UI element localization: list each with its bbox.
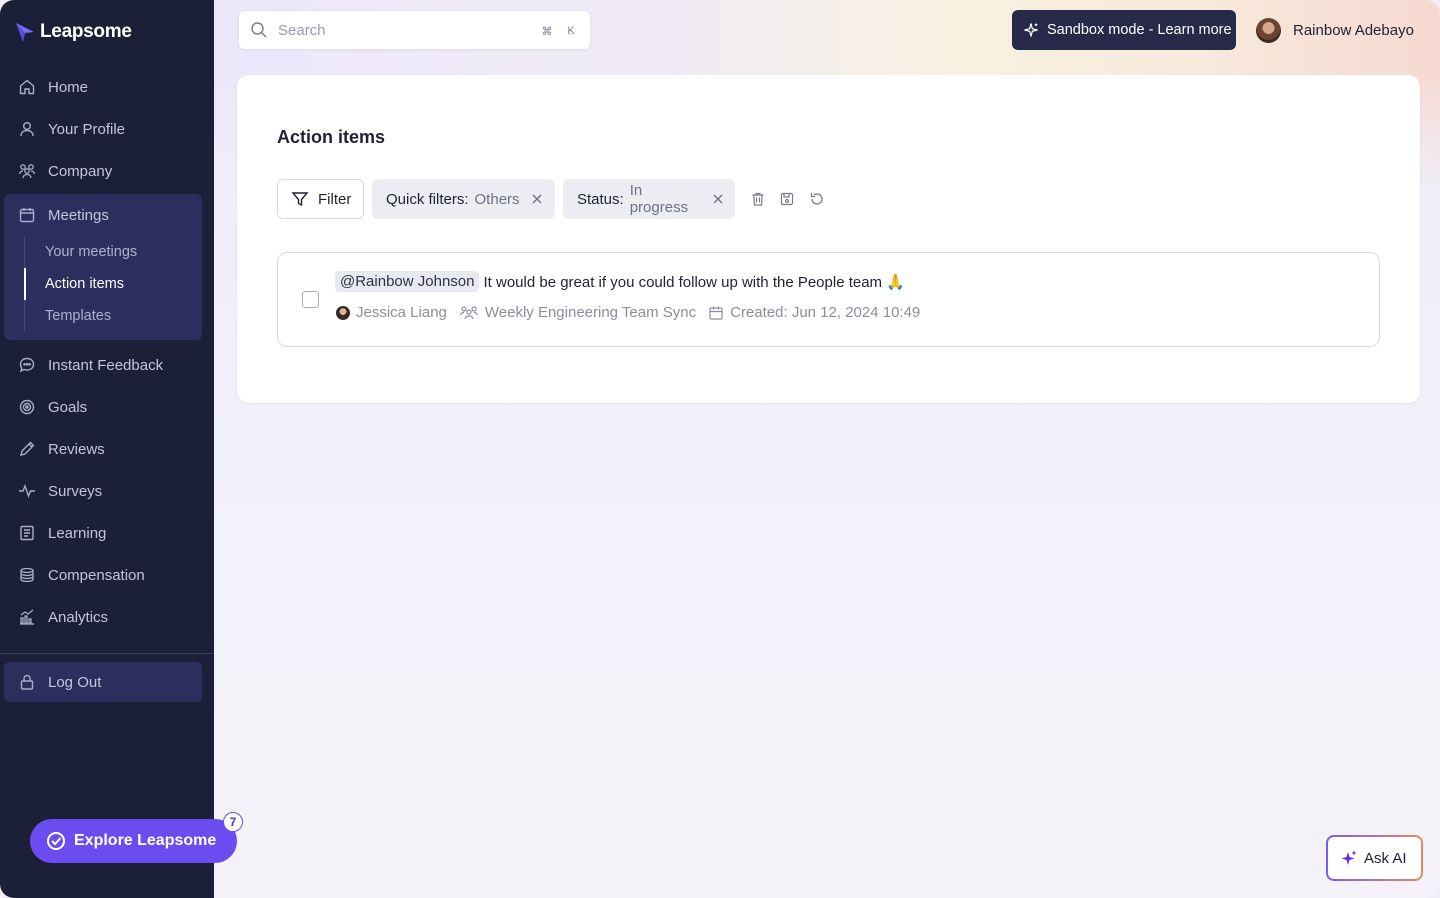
close-icon[interactable]: [712, 192, 725, 206]
main-nav: Home Your Profile Company Meetings Your …: [0, 66, 214, 638]
sidebar-item-home[interactable]: Home: [0, 66, 214, 108]
check-badge-icon: [47, 832, 65, 850]
sandbox-label: Sandbox mode - Learn more: [1047, 22, 1232, 38]
calendar-icon: [709, 306, 723, 320]
brand-name: Leapsome: [40, 21, 132, 42]
shortcut-mod: ⌘: [541, 25, 553, 38]
search-bar[interactable]: ⌘ K: [238, 10, 591, 50]
sidebar-item-label: Instant Feedback: [48, 356, 164, 374]
page-title: Action items: [277, 127, 386, 147]
user-icon: [18, 120, 36, 138]
users-icon: [18, 162, 36, 180]
sidebar-item-label: Meetings: [48, 206, 109, 224]
action-item-text: @Rainbow Johnson It would be great if yo…: [335, 271, 905, 292]
logout-button[interactable]: Log Out: [4, 662, 202, 702]
action-items-card: Action items Filter Quick filters: Other…: [237, 75, 1420, 403]
sidebar-item-label: Surveys: [48, 482, 103, 500]
leapsome-logo-icon: [16, 23, 34, 42]
created-text: Created: Jun 12, 2024 10:49: [730, 304, 921, 321]
search-icon: [251, 22, 267, 38]
trash-icon[interactable]: [749, 190, 767, 208]
search-input[interactable]: [278, 21, 528, 39]
calendar-icon: [18, 206, 36, 224]
reset-icon[interactable]: [808, 190, 826, 208]
status-filter-chip[interactable]: Status: In progress: [563, 179, 735, 219]
sandbox-mode-button[interactable]: Sandbox mode - Learn more: [1012, 10, 1236, 50]
meeting-name: Weekly Engineering Team Sync: [484, 304, 697, 321]
sparkle-icon: [1024, 23, 1038, 37]
ask-ai-label: Ask AI: [1364, 849, 1407, 867]
pulse-icon: [18, 482, 36, 500]
filter-label: Filter: [318, 190, 352, 208]
coins-icon: [18, 566, 36, 584]
ask-ai-button[interactable]: Ask AI: [1326, 835, 1423, 881]
sidebar-item-label: Learning: [48, 524, 107, 542]
filter-button[interactable]: Filter: [277, 179, 364, 219]
chip-value: Others: [474, 190, 520, 208]
close-icon[interactable]: [530, 192, 544, 206]
sidebar-item-label: Goals: [48, 398, 88, 416]
sidebar-item-reviews[interactable]: Reviews: [0, 428, 214, 470]
mention-tag[interactable]: @Rainbow Johnson: [335, 271, 480, 292]
home-icon: [18, 78, 36, 96]
sidebar-item-meetings[interactable]: Meetings: [4, 194, 202, 236]
app-window: Leapsome Home Your Profile Company Meeti…: [0, 0, 1440, 898]
target-icon: [18, 398, 36, 416]
sidebar-item-label: Your Profile: [48, 120, 125, 138]
user-name: Rainbow Adebayo: [1293, 22, 1414, 39]
sidebar-subitem-your-meetings[interactable]: Your meetings: [25, 236, 202, 268]
pencil-icon: [18, 440, 36, 458]
chip-key: Status:: [577, 190, 624, 208]
assignee: Jessica Liang: [336, 304, 447, 321]
sidebar-group-meetings: Meetings Your meetings Action items Temp…: [4, 194, 202, 340]
assignee-name: Jessica Liang: [356, 304, 447, 321]
shortcut-key: K: [567, 25, 575, 37]
book-icon: [18, 524, 36, 542]
sidebar-item-label: Compensation: [48, 566, 145, 584]
brand-logo[interactable]: Leapsome: [14, 20, 132, 44]
logout-label: Log Out: [48, 673, 102, 691]
sidebar-item-label: Home: [48, 78, 89, 96]
avatar: [1256, 18, 1281, 43]
sidebar-item-instant-feedback[interactable]: Instant Feedback: [0, 344, 214, 386]
sidebar-item-compensation[interactable]: Compensation: [0, 554, 214, 596]
meetings-subnav: Your meetings Action items Templates: [24, 236, 202, 332]
sidebar-divider: [0, 653, 214, 654]
sidebar-item-company[interactable]: Company: [0, 150, 214, 192]
search-shortcut: ⌘ K: [538, 21, 580, 41]
created-date: Created: Jun 12, 2024 10:49: [708, 304, 920, 321]
explore-count-badge: 7: [223, 812, 243, 832]
save-icon[interactable]: [778, 190, 796, 208]
action-item-description: It would be great if you could follow up…: [483, 273, 905, 291]
action-item-checkbox[interactable]: [302, 291, 319, 308]
sidebar-subitem-templates[interactable]: Templates: [25, 300, 202, 332]
user-menu[interactable]: Rainbow Adebayo: [1256, 18, 1414, 43]
chat-icon: [18, 356, 36, 374]
action-item-row[interactable]: @Rainbow Johnson It would be great if yo…: [277, 252, 1380, 347]
sidebar-item-your-profile[interactable]: Your Profile: [0, 108, 214, 150]
chip-key: Quick filters:: [386, 190, 469, 208]
assignee-avatar: [336, 305, 350, 320]
quick-filter-chip[interactable]: Quick filters: Others: [372, 179, 555, 219]
users-icon: [459, 305, 478, 319]
lock-icon: [18, 673, 36, 691]
sparkle-icon: [1341, 850, 1357, 865]
explore-label: Explore Leapsome: [74, 832, 217, 849]
sidebar-item-label: Company: [48, 162, 113, 180]
chart-icon: [18, 608, 36, 626]
sidebar-subitem-action-items[interactable]: Action items: [24, 268, 202, 300]
chip-value: In progress: [629, 182, 689, 216]
sidebar-item-learning[interactable]: Learning: [0, 512, 214, 554]
sidebar: Leapsome Home Your Profile Company Meeti…: [0, 0, 214, 898]
explore-leapsome-button[interactable]: Explore Leapsome: [30, 819, 237, 863]
sidebar-item-surveys[interactable]: Surveys: [0, 470, 214, 512]
meeting-link[interactable]: Weekly Engineering Team Sync: [459, 304, 696, 321]
sidebar-item-goals[interactable]: Goals: [0, 386, 214, 428]
filter-icon: [291, 192, 309, 207]
action-item-meta: Jessica Liang Weekly Engineering Team Sy…: [336, 304, 932, 321]
sidebar-item-analytics[interactable]: Analytics: [0, 596, 214, 638]
sidebar-item-label: Reviews: [48, 440, 105, 458]
sidebar-item-label: Analytics: [48, 608, 109, 626]
